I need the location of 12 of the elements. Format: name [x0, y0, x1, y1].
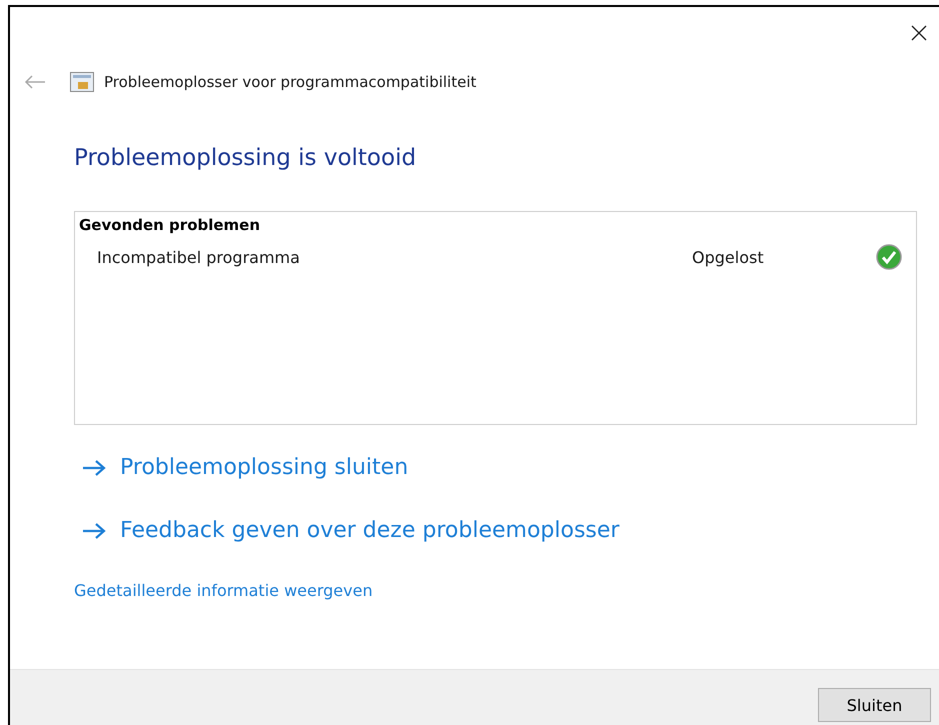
program-window-icon — [70, 72, 94, 92]
details-link[interactable]: Gedetailleerde informatie weergeven — [74, 581, 373, 600]
action-link[interactable]: Feedback geven over deze probleemoplosser — [82, 518, 620, 543]
panel-title: Gevonden problemen — [79, 216, 262, 234]
problem-status: Opgelost — [692, 248, 765, 266]
close-dialog-button[interactable]: Sluiten — [818, 688, 931, 722]
window-title: Probleemoplosser voor programmacompatibiliteit — [104, 73, 476, 91]
status-heading: Probleemoplossing is voltooid — [74, 145, 418, 171]
problem-name: Incompatibel programma — [97, 248, 301, 266]
arrow-icon — [82, 458, 106, 476]
arrow-icon — [82, 522, 106, 540]
action-link[interactable]: Probleemoplossing sluiten — [82, 455, 408, 480]
